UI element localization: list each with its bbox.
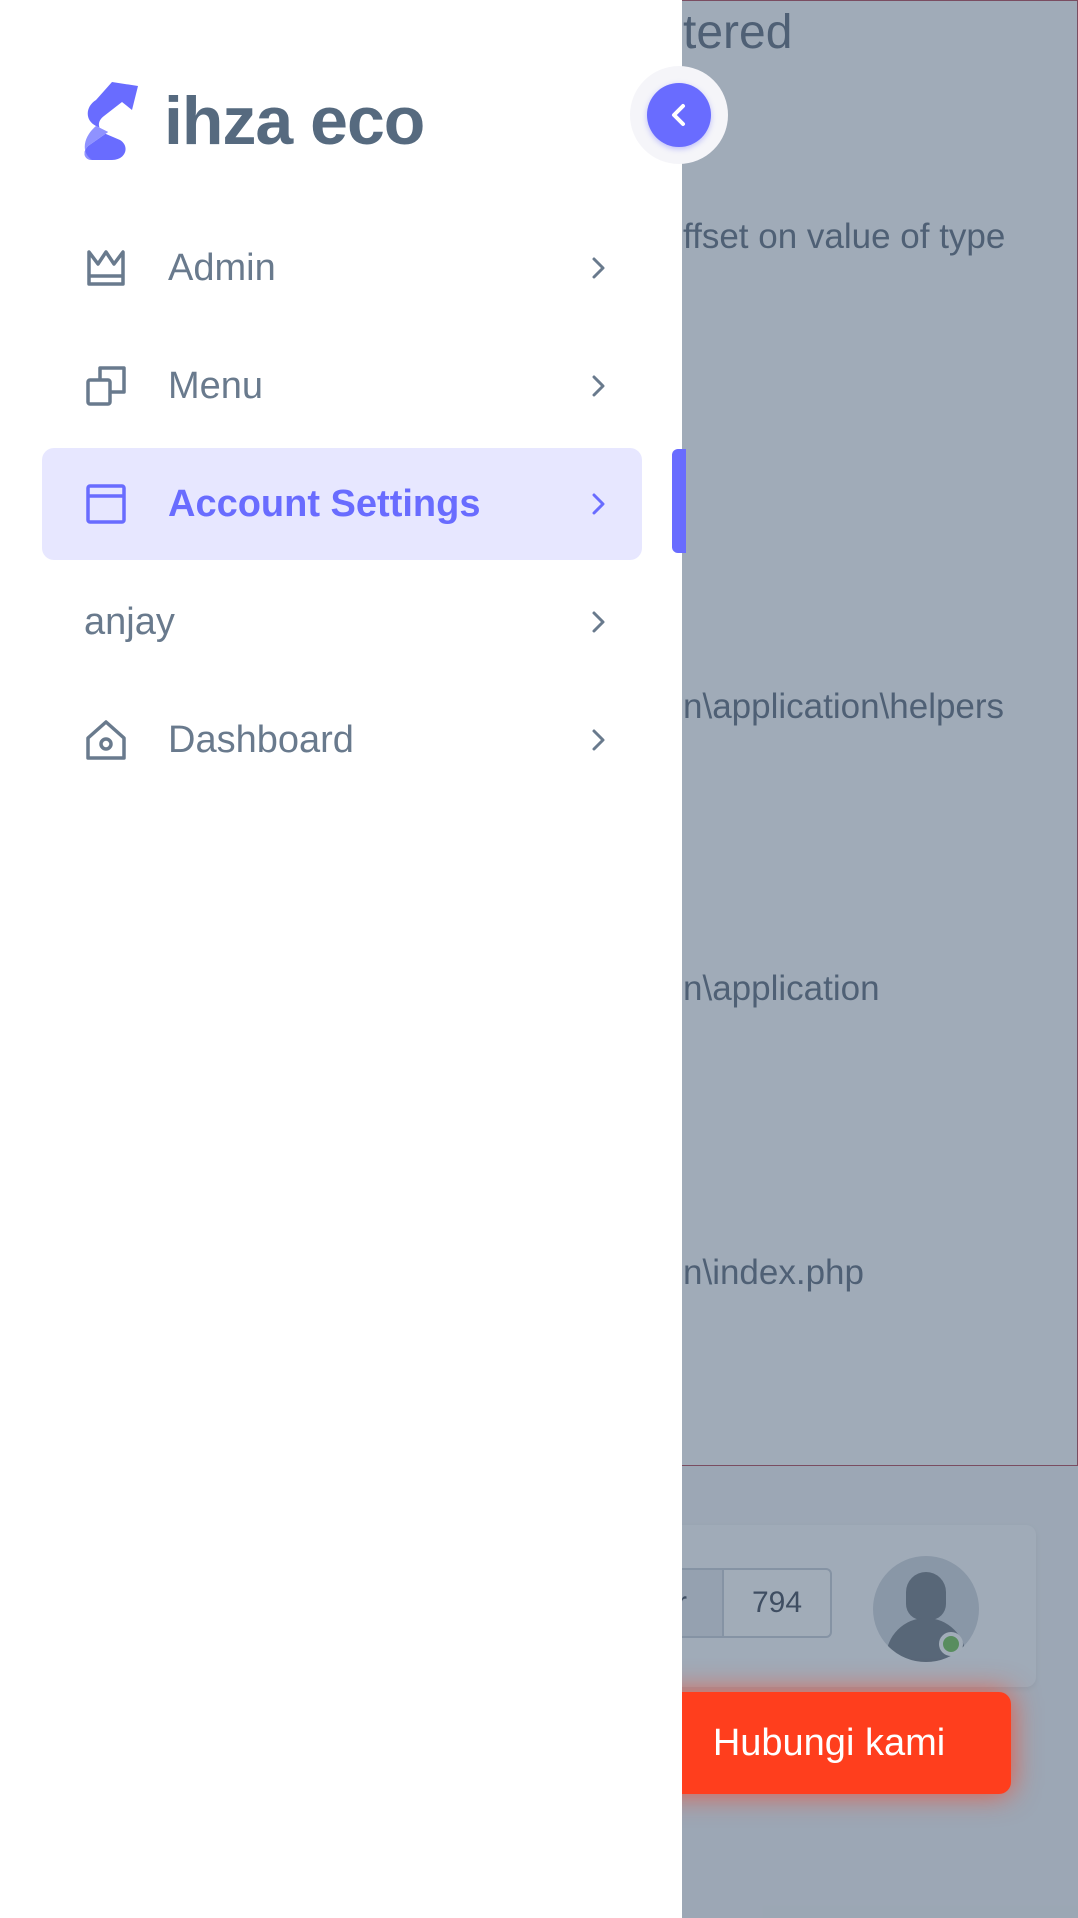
sidebar-item-label: Dashboard <box>168 718 354 761</box>
chevron-right-icon <box>592 729 605 751</box>
chevron-right-icon <box>592 493 605 515</box>
chevron-right-icon <box>592 257 605 279</box>
sidebar-item-label: Admin <box>168 246 276 289</box>
window-icon <box>86 484 126 524</box>
sidebar-collapse-button[interactable] <box>647 83 711 147</box>
home-icon <box>86 720 126 760</box>
chevron-right-icon <box>592 611 605 633</box>
sidebar-item-dashboard[interactable]: Dashboard <box>42 684 642 796</box>
sidebar-item-menu[interactable]: Menu <box>42 330 642 442</box>
brand[interactable]: ihza eco <box>82 80 425 162</box>
sidebar-menu: ihza eco Admin Menu Account Settings anj… <box>0 0 682 1918</box>
sidebar-item-anjay[interactable]: anjay <box>42 566 642 678</box>
brand-s-logo-icon <box>84 82 138 160</box>
brand-name: ihza eco <box>164 83 425 159</box>
sidebar-toggle[interactable] <box>630 66 728 164</box>
sidebar-item-label: anjay <box>84 600 175 643</box>
active-item-indicator <box>672 449 686 553</box>
chevron-right-icon <box>592 375 605 397</box>
sidebar-item-label: Menu <box>168 364 264 407</box>
chevron-left-icon <box>672 104 685 126</box>
crown-icon <box>87 250 125 286</box>
sidebar-item-label: Account Settings <box>168 482 481 525</box>
sidebar-item-account-settings[interactable]: Account Settings <box>42 448 642 560</box>
sidebar-item-admin[interactable]: Admin <box>42 212 642 324</box>
sidebar-nav: Admin Menu Account Settings anjay Dashbo… <box>42 212 642 802</box>
copy-icon <box>86 366 126 406</box>
contact-us-button[interactable]: Hubungi kami <box>647 1692 1011 1794</box>
